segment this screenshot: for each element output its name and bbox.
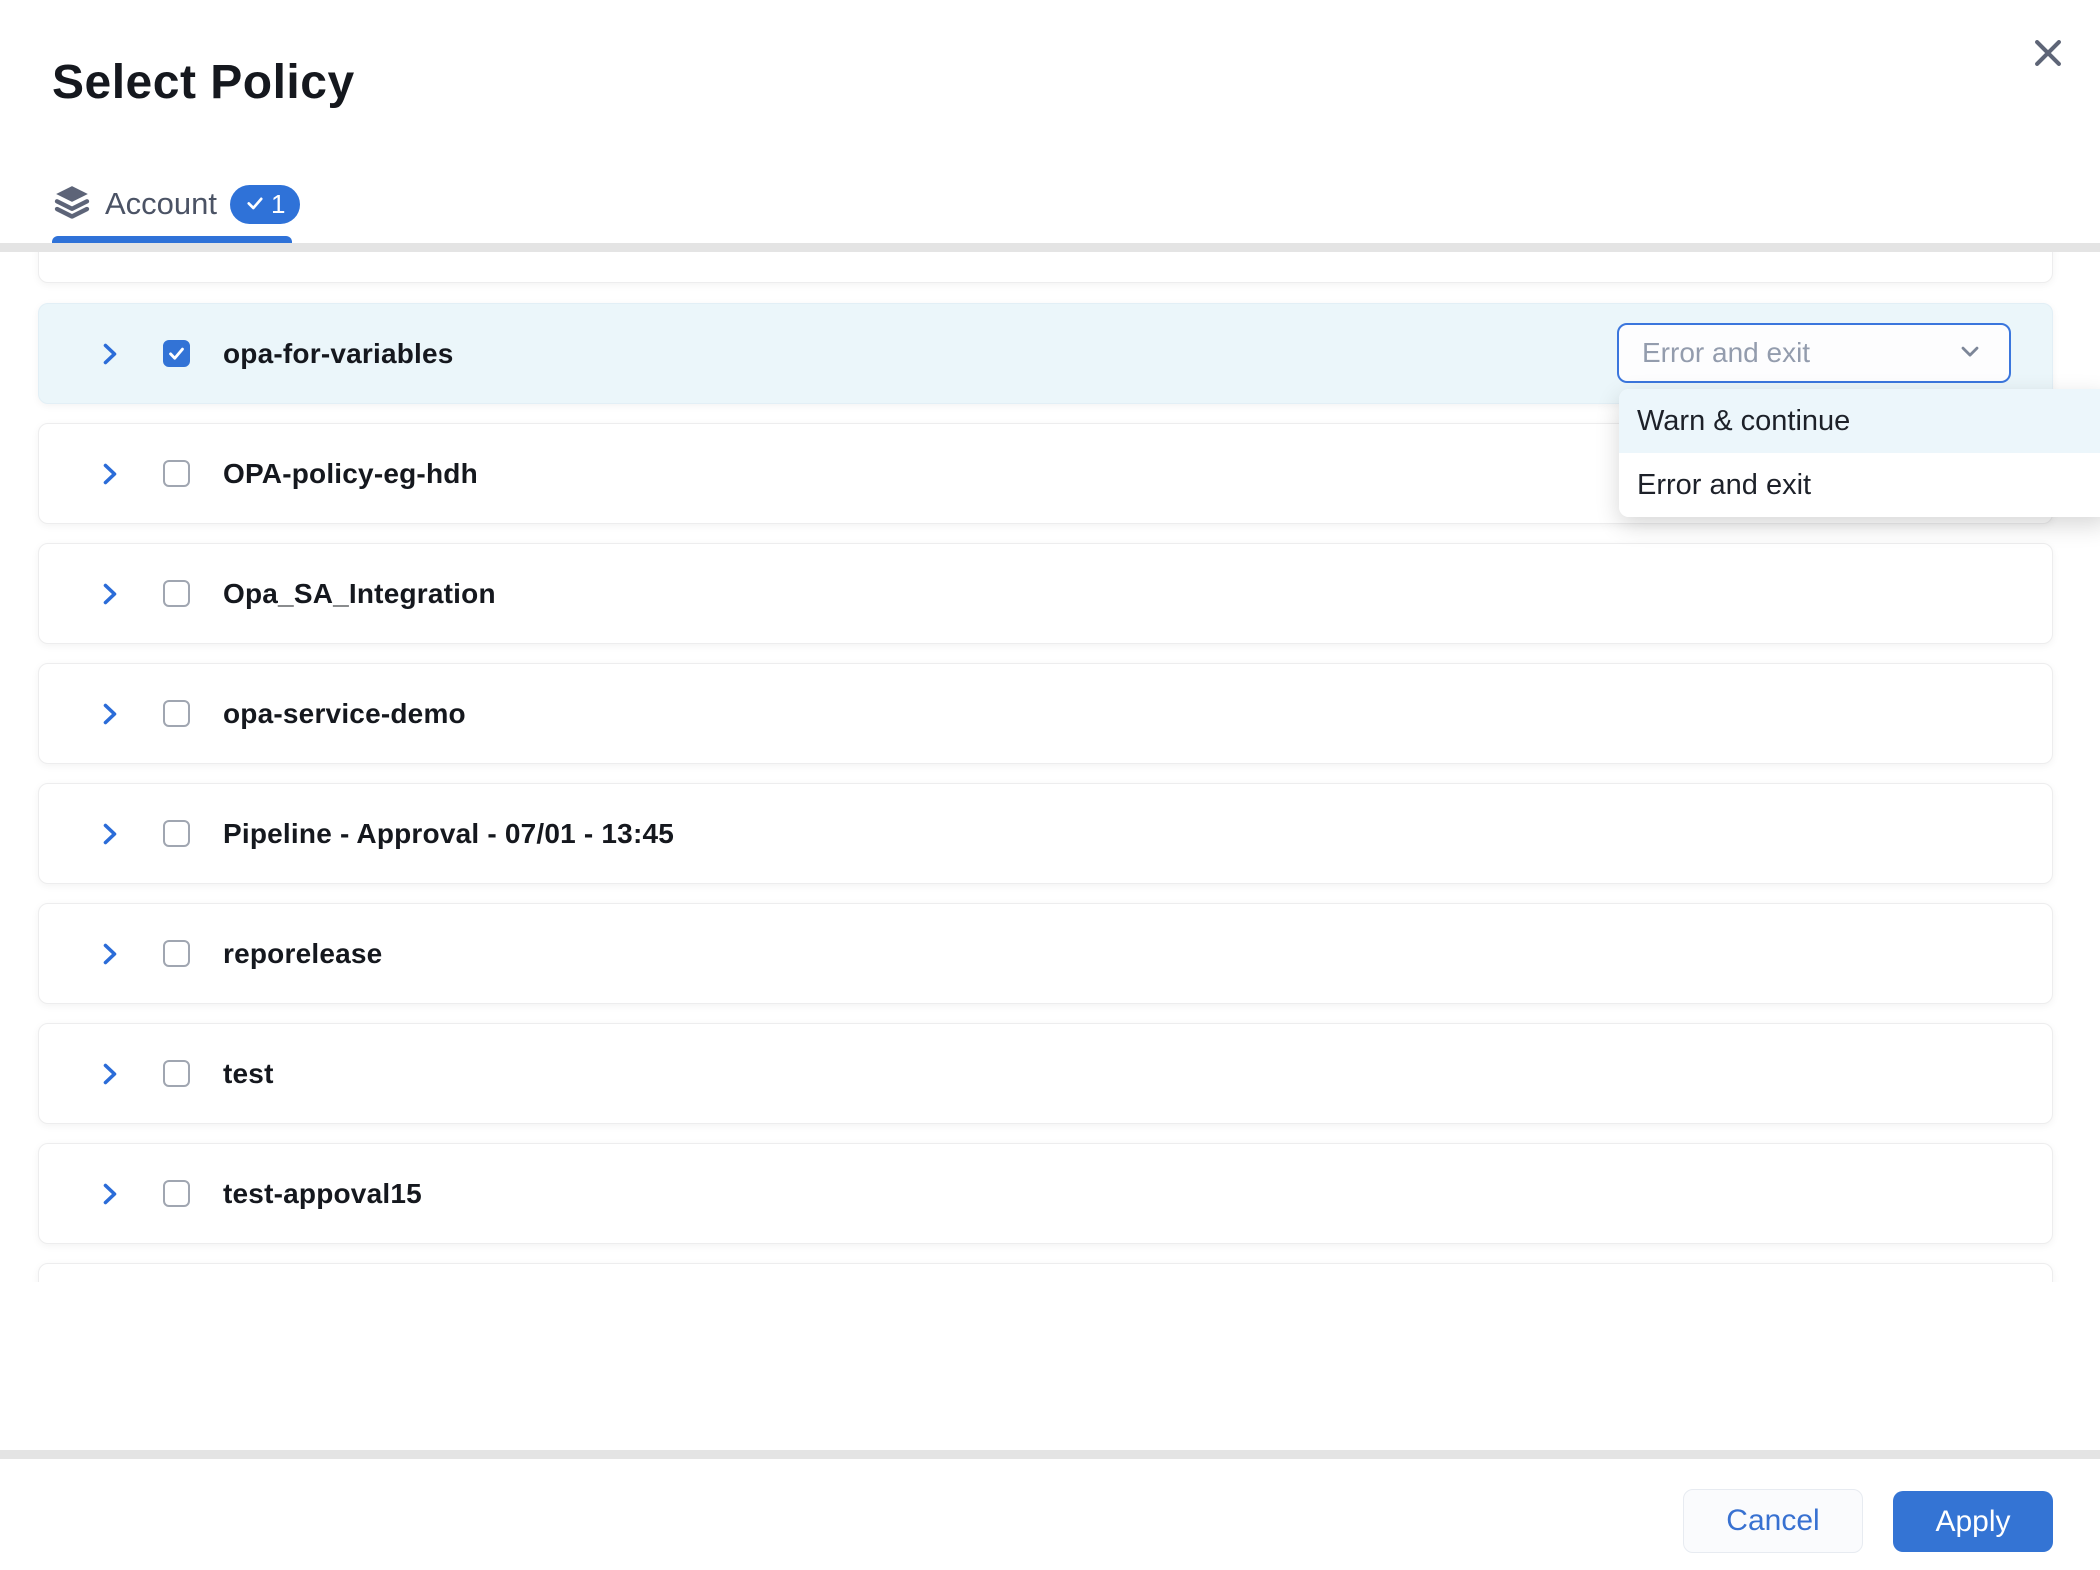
row-label: Opa_SA_Integration <box>223 578 496 610</box>
chevron-right-icon[interactable] <box>99 701 121 727</box>
row-checkbox[interactable] <box>163 580 190 607</box>
row-label: opa-service-demo <box>223 698 466 730</box>
policy-row[interactable]: Pipeline - Approval - 07/01 - 13:45 <box>38 783 2053 884</box>
row-label: Pipeline - Approval - 07/01 - 13:45 <box>223 818 674 850</box>
header-divider <box>0 243 2100 252</box>
policy-row[interactable]: reporelease <box>38 903 2053 1004</box>
chevron-right-icon[interactable] <box>99 1181 121 1207</box>
chevron-right-icon[interactable] <box>99 821 121 847</box>
policy-row[interactable]: Opa_SA_Integration <box>38 543 2053 644</box>
menu-option[interactable]: Warn & continue <box>1619 389 2100 453</box>
row-label: opa-for-variables <box>223 338 454 370</box>
cancel-button[interactable]: Cancel <box>1683 1489 1863 1553</box>
row-checkbox[interactable] <box>163 1180 190 1207</box>
active-tab-underline <box>52 236 292 243</box>
row-checkbox[interactable] <box>163 820 190 847</box>
chevron-down-icon <box>1956 337 1984 370</box>
row-label: test-appoval15 <box>223 1178 422 1210</box>
apply-button[interactable]: Apply <box>1893 1491 2053 1552</box>
severity-select-value: Error and exit <box>1642 337 1956 369</box>
menu-option[interactable]: Error and exit <box>1619 453 2100 517</box>
tab-account[interactable]: Account 1 <box>52 180 300 228</box>
row-label: test <box>223 1058 274 1090</box>
policy-row-partial-bottom[interactable] <box>38 1263 2053 1282</box>
row-checkbox[interactable] <box>163 700 190 727</box>
chevron-right-icon[interactable] <box>99 461 121 487</box>
severity-dropdown-menu: Warn & continueError and exit <box>1619 389 2100 517</box>
row-checkbox[interactable] <box>163 340 190 367</box>
select-policy-modal: Select Policy Account 1 <box>0 0 2100 1570</box>
row-label: reporelease <box>223 938 382 970</box>
policy-row[interactable]: opa-service-demo <box>38 663 2053 764</box>
row-checkbox[interactable] <box>163 940 190 967</box>
row-label: OPA-policy-eg-hdh <box>223 458 478 490</box>
chevron-right-icon[interactable] <box>99 341 121 367</box>
chevron-right-icon[interactable] <box>99 581 121 607</box>
footer-divider <box>0 1450 2100 1459</box>
row-checkbox[interactable] <box>163 1060 190 1087</box>
layers-icon <box>52 181 92 228</box>
policy-row[interactable]: test <box>38 1023 2053 1124</box>
chevron-right-icon[interactable] <box>99 1061 121 1087</box>
close-icon <box>2031 36 2065 73</box>
selected-count-badge: 1 <box>230 185 300 224</box>
policy-row-partial-top[interactable] <box>38 252 2053 283</box>
tab-account-label: Account <box>105 186 217 222</box>
chevron-right-icon[interactable] <box>99 941 121 967</box>
close-button[interactable] <box>2026 32 2070 76</box>
badge-count: 1 <box>271 189 285 220</box>
severity-select[interactable]: Error and exit <box>1617 323 2011 383</box>
modal-title: Select Policy <box>52 55 355 110</box>
row-checkbox[interactable] <box>163 460 190 487</box>
check-icon <box>245 189 265 220</box>
policy-row[interactable]: test-appoval15 <box>38 1143 2053 1244</box>
